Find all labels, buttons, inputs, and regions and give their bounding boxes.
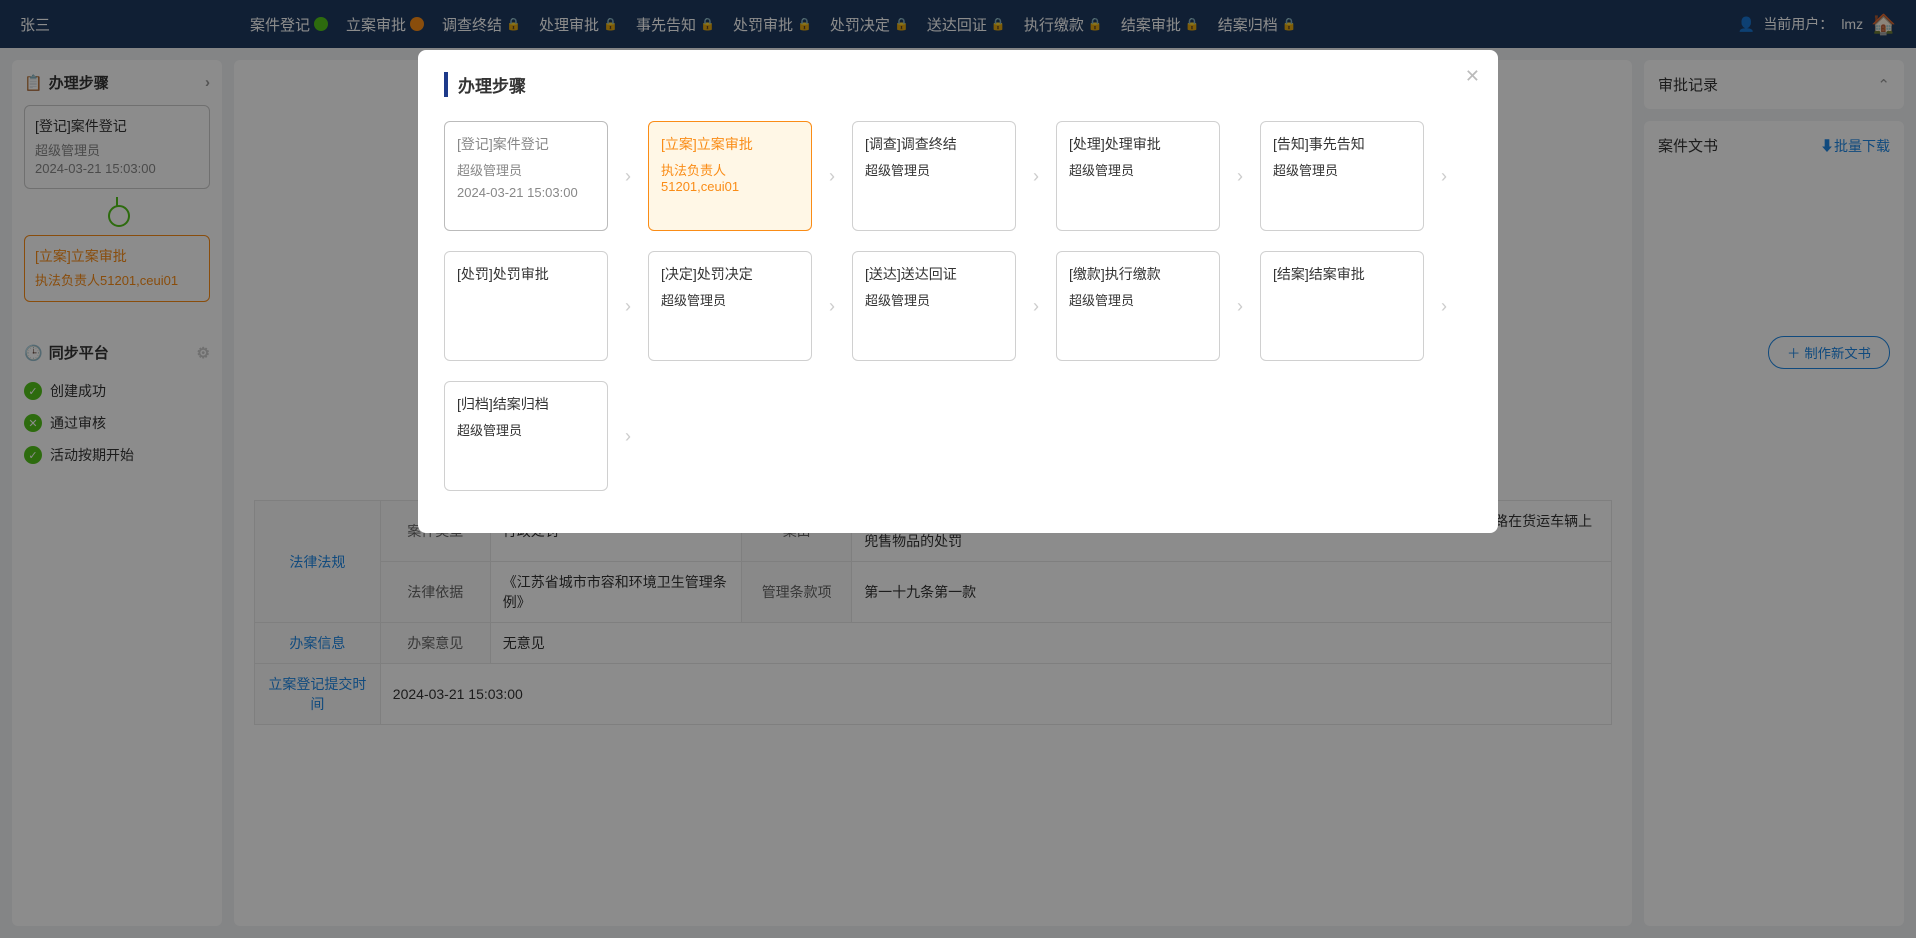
flow-node-title: [立案]立案审批 [661,134,799,154]
flow-node[interactable]: [立案]立案审批执法负责人51201,ceui01 [648,121,812,231]
chevron-right-icon: › [1016,296,1056,317]
flow-node-assignee: 超级管理员 [457,160,595,179]
chevron-right-icon: › [1424,166,1464,187]
flow-node-assignee: 超级管理员 [457,420,595,439]
chevron-right-icon: › [608,166,648,187]
flow-node-title: [处理]处理审批 [1069,134,1207,154]
flow-node-title: [缴款]执行缴款 [1069,264,1207,284]
flow-node-date: 2024-03-21 15:03:00 [457,185,595,200]
flow-node-title: [送达]送达回证 [865,264,1003,284]
workflow-grid: [登记]案件登记超级管理员2024-03-21 15:03:00›[立案]立案审… [444,121,1472,511]
flow-node-assignee: 超级管理员 [1069,160,1207,179]
flow-node-assignee: 超级管理员 [1069,290,1207,309]
steps-modal: ✕ 办理步骤 [登记]案件登记超级管理员2024-03-21 15:03:00›… [418,50,1498,533]
flow-node-title: [登记]案件登记 [457,134,595,154]
close-icon[interactable]: ✕ [1465,66,1480,87]
flow-node-title: [归档]结案归档 [457,394,595,414]
flow-node[interactable]: [归档]结案归档超级管理员 [444,381,608,491]
flow-item: [决定]处罚决定超级管理员› [648,251,852,361]
flow-item: [调查]调查终结超级管理员› [852,121,1056,231]
flow-node-assignee: 超级管理员 [865,160,1003,179]
flow-node-title: [决定]处罚决定 [661,264,799,284]
flow-node-assignee: 超级管理员 [1273,160,1411,179]
flow-item: [送达]送达回证超级管理员› [852,251,1056,361]
flow-node[interactable]: [登记]案件登记超级管理员 2024-03-21 15:03:00 [444,121,608,231]
flow-node[interactable]: [调查]调查终结超级管理员 [852,121,1016,231]
chevron-right-icon: › [608,426,648,447]
flow-node-assignee: 超级管理员 [661,290,799,309]
flow-item: [缴款]执行缴款超级管理员› [1056,251,1260,361]
chevron-right-icon: › [812,166,852,187]
flow-node[interactable]: [处罚]处罚审批 [444,251,608,361]
flow-item: [处罚]处罚审批 › [444,251,648,361]
flow-item: [归档]结案归档超级管理员› [444,381,648,491]
flow-node-title: [告知]事先告知 [1273,134,1411,154]
flow-node-title: [调查]调查终结 [865,134,1003,154]
flow-node[interactable]: [决定]处罚决定超级管理员 [648,251,812,361]
flow-node-title: [处罚]处罚审批 [457,264,595,284]
flow-node[interactable]: [告知]事先告知超级管理员 [1260,121,1424,231]
flow-node[interactable]: [处理]处理审批超级管理员 [1056,121,1220,231]
flow-item: [处理]处理审批超级管理员› [1056,121,1260,231]
flow-node-assignee: 执法负责人51201,ceui01 [661,160,799,194]
flow-item: [结案]结案审批 › [1260,251,1464,361]
flow-node-title: [结案]结案审批 [1273,264,1411,284]
modal-title: 办理步骤 [444,72,1472,97]
chevron-right-icon: › [1424,296,1464,317]
chevron-right-icon: › [1220,296,1260,317]
chevron-right-icon: › [608,296,648,317]
chevron-right-icon: › [812,296,852,317]
chevron-right-icon: › [1220,166,1260,187]
flow-item: [立案]立案审批执法负责人51201,ceui01› [648,121,852,231]
flow-node[interactable]: [结案]结案审批 [1260,251,1424,361]
flow-node-assignee: 超级管理员 [865,290,1003,309]
chevron-right-icon: › [1016,166,1056,187]
flow-item: [登记]案件登记超级管理员 2024-03-21 15:03:00 › [444,121,648,231]
flow-item: [告知]事先告知超级管理员› [1260,121,1464,231]
modal-mask[interactable]: ✕ 办理步骤 [登记]案件登记超级管理员2024-03-21 15:03:00›… [0,0,1916,938]
flow-node[interactable]: [送达]送达回证超级管理员 [852,251,1016,361]
flow-node[interactable]: [缴款]执行缴款超级管理员 [1056,251,1220,361]
